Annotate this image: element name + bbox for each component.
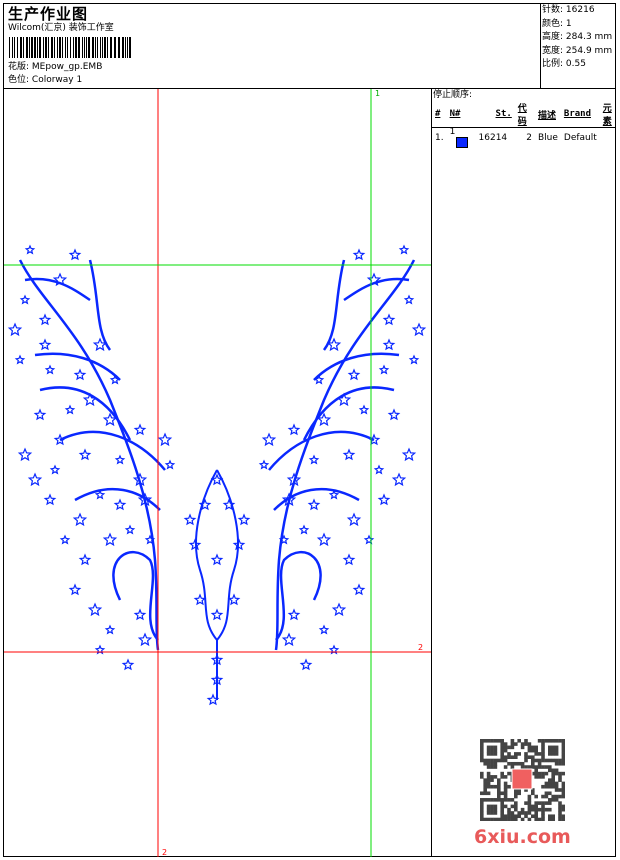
star-motif <box>352 583 366 596</box>
star-motif <box>68 583 82 596</box>
star-motif <box>164 459 176 470</box>
star-motif <box>299 658 313 671</box>
star-motif <box>102 532 118 547</box>
star-motif <box>78 553 92 566</box>
green-guide-label: 1 <box>375 89 380 98</box>
star-motif <box>298 524 310 535</box>
star-motif <box>33 408 47 421</box>
star-motif <box>261 432 277 447</box>
star-motif <box>373 464 385 475</box>
star-motif <box>133 423 147 436</box>
star-motif <box>73 368 87 381</box>
star-motif <box>68 248 82 261</box>
star-motif <box>411 322 427 337</box>
star-motif <box>137 632 153 647</box>
star-motif <box>352 248 366 261</box>
vine-stroke <box>88 259 112 351</box>
star-motif <box>382 338 396 351</box>
star-motif <box>124 524 136 535</box>
star-motif <box>19 294 31 305</box>
star-motif <box>78 448 92 461</box>
star-motif <box>403 294 415 305</box>
star-motif <box>342 448 356 461</box>
star-motif <box>363 534 375 545</box>
star-motif <box>358 404 370 415</box>
star-motif <box>342 553 356 566</box>
star-motif <box>408 354 420 365</box>
vine-stroke <box>322 259 346 351</box>
star-motif <box>210 553 224 566</box>
star-motif <box>43 493 57 506</box>
vine-stroke <box>59 430 166 471</box>
vine-stroke <box>112 550 159 641</box>
star-motif <box>49 464 61 475</box>
red-horizontal-label: 2 <box>418 643 423 652</box>
star-motif <box>64 404 76 415</box>
star-motif <box>346 512 362 527</box>
star-motif <box>27 472 43 487</box>
star-motif <box>258 459 270 470</box>
star-motif <box>391 472 407 487</box>
star-motif <box>287 423 301 436</box>
star-motif <box>387 408 401 421</box>
star-motif <box>401 447 417 462</box>
star-motif <box>14 354 26 365</box>
star-motif <box>347 368 361 381</box>
star-motif <box>59 534 71 545</box>
star-motif <box>281 632 297 647</box>
star-motif <box>157 432 173 447</box>
star-motif <box>193 593 207 606</box>
star-motif <box>378 364 390 375</box>
star-motif <box>307 498 321 511</box>
star-motif <box>183 513 197 526</box>
star-motif <box>104 624 116 635</box>
star-motif <box>308 454 320 465</box>
star-motif <box>366 272 382 287</box>
star-motif <box>316 532 332 547</box>
star-motif <box>287 608 301 621</box>
star-motif <box>331 602 347 617</box>
seal-stamp <box>511 768 533 790</box>
star-motif <box>72 512 88 527</box>
star-motif <box>114 454 126 465</box>
star-motif <box>227 593 241 606</box>
embroidery-design <box>7 244 427 706</box>
star-motif <box>52 272 68 287</box>
star-motif <box>237 513 251 526</box>
star-motif <box>398 244 410 255</box>
vine-stroke <box>275 550 322 641</box>
star-motif <box>24 244 36 255</box>
red-vertical-label: 2 <box>162 848 167 857</box>
star-motif <box>44 364 56 375</box>
vine-stroke <box>268 430 375 471</box>
star-motif <box>17 447 33 462</box>
star-motif <box>121 658 135 671</box>
star-motif <box>38 338 52 351</box>
star-motif <box>87 602 103 617</box>
qr-code[interactable] <box>480 739 565 821</box>
star-motif <box>318 624 330 635</box>
star-motif <box>133 608 147 621</box>
design-canvas: 1 2 2 <box>4 89 431 857</box>
star-motif <box>7 322 23 337</box>
star-motif <box>113 498 127 511</box>
star-motif <box>210 608 224 621</box>
star-motif <box>377 493 391 506</box>
watermark-logo: 6xiu.com <box>474 826 571 848</box>
star-motif <box>382 313 396 326</box>
star-motif <box>38 313 52 326</box>
